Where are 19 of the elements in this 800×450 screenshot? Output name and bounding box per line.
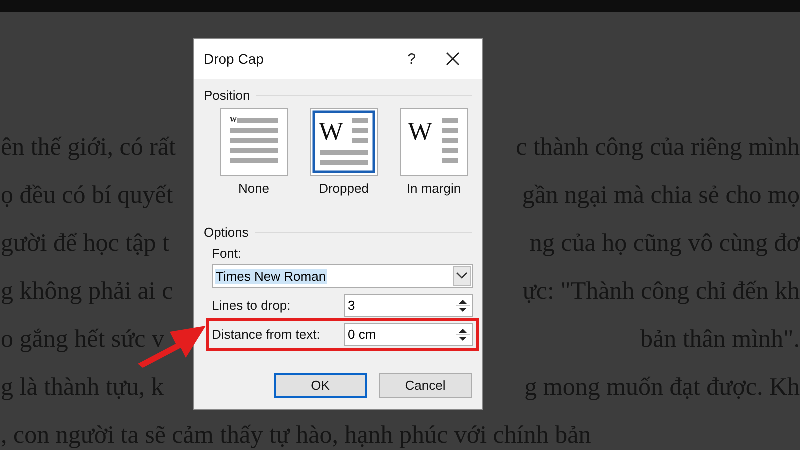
close-button[interactable] [446,52,460,66]
cancel-button[interactable]: Cancel [379,373,472,398]
help-button[interactable]: ? [408,50,416,68]
dropdown-button[interactable] [453,266,471,286]
drop-cap-preview-icon: W [400,108,468,176]
field-label: Font: [212,246,243,261]
spin-field[interactable]: 3 [344,294,473,317]
field-label: Distance from text: [212,327,320,342]
group-label: Options [204,224,249,240]
chevron-icon [456,272,468,280]
dialog-title: Drop Cap [204,51,265,67]
spin-field[interactable]: 0 cm [344,323,473,346]
position-option[interactable]: W Dropped [310,108,378,200]
field-label: Lines to drop: [212,298,291,313]
position-option[interactable]: W In margin [400,108,468,200]
ok-button[interactable]: OK [274,373,367,398]
drop-cap-preview-icon: W [310,108,378,176]
group-label: Position [204,88,250,102]
font-dropdown[interactable]: Times New Roman [212,264,473,288]
